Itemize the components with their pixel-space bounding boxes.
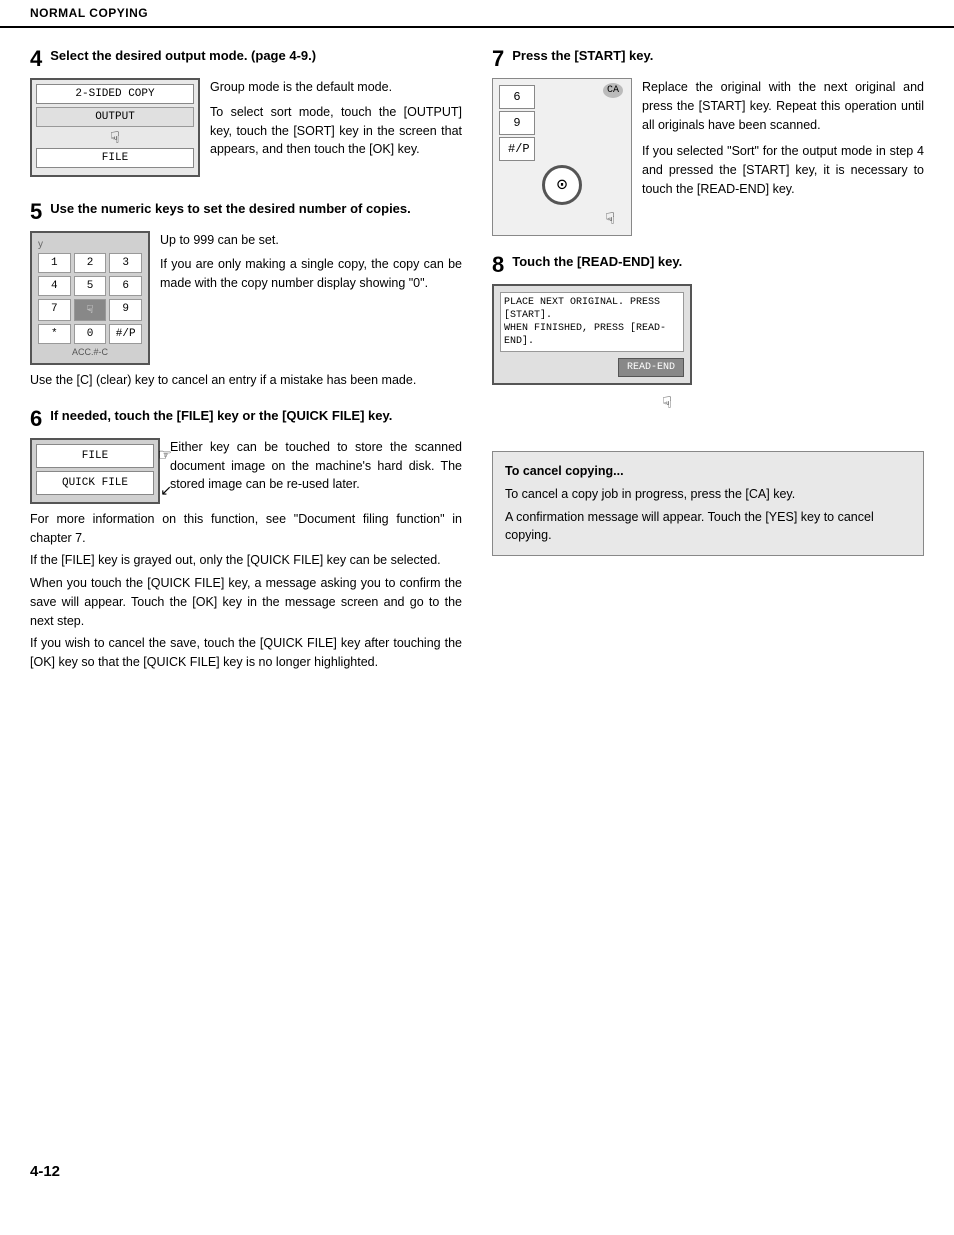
step6-text1: Either key can be touched to store the s…	[170, 438, 462, 494]
step7-text2: If you selected "Sort" for the output mo…	[642, 142, 924, 198]
step5-text1: Up to 999 can be set.	[160, 231, 462, 250]
ca-badge: CA	[603, 83, 623, 98]
header-title: NORMAL COPYING	[30, 6, 148, 20]
key-star[interactable]: *	[38, 324, 71, 344]
step4-screen: 2-SIDED COPY OUTPUT ☟ FILE	[30, 78, 200, 177]
step8-msg-line2: WHEN FINISHED, PRESS [READ-END].	[504, 322, 680, 348]
step5-keypad: y 1 2 3 4 5 6 7 ☟ 9	[30, 231, 150, 365]
step8-hand-icon: ☟	[492, 393, 692, 413]
step6-text3: If the [FILE] key is grayed out, only th…	[30, 551, 462, 570]
step6-text2: For more information on this function, s…	[30, 510, 462, 548]
key-hash[interactable]: #/P	[109, 324, 142, 344]
step4-number: 4	[30, 48, 42, 70]
step4-text1: Group mode is the default mode.	[210, 78, 462, 97]
key-6[interactable]: 6	[109, 276, 142, 296]
key-8-hand[interactable]: ☟	[74, 299, 107, 321]
quick-file-key[interactable]: QUICK FILE	[36, 471, 154, 495]
step5-text2: If you are only making a single copy, th…	[160, 255, 462, 293]
step8-number: 8	[492, 254, 504, 276]
key-4[interactable]: 4	[38, 276, 71, 296]
step4-screen-line1: 2-SIDED COPY	[36, 84, 194, 104]
step6-text5: If you wish to cancel the save, touch th…	[30, 634, 462, 672]
step8-screen: PLACE NEXT ORIGINAL. PRESS [START]. WHEN…	[492, 284, 692, 385]
step4-text2: To select sort mode, touch the [OUTPUT] …	[210, 103, 462, 159]
step6-title: If needed, touch the [FILE] key or the […	[50, 408, 392, 425]
key-7[interactable]: 7	[38, 299, 71, 321]
step8-title: Touch the [READ-END] key.	[512, 254, 682, 271]
hand-icon2: ↙	[160, 482, 172, 499]
step7-block: 7 Press the [START] key. CA 6	[492, 48, 924, 236]
step4-screen-line3: FILE	[36, 148, 194, 168]
step7-number: 7	[492, 48, 504, 70]
step8-msg-line1: PLACE NEXT ORIGINAL. PRESS [START].	[504, 296, 680, 322]
step7-text1: Replace the original with the next origi…	[642, 78, 924, 134]
step4-screen-line2: OUTPUT	[36, 107, 194, 127]
key-5[interactable]: 5	[74, 276, 107, 296]
key-2[interactable]: 2	[74, 253, 107, 273]
page-number: 4-12	[30, 1163, 60, 1180]
step7-keypad: CA 6 9 #/P ⊙ ☟	[492, 78, 632, 236]
step5-block: 5 Use the numeric keys to set the desire…	[30, 201, 462, 390]
readend-button[interactable]: READ-END	[618, 358, 684, 377]
cancel-box-text2: A confirmation message will appear. Touc…	[505, 508, 911, 546]
step5-title: Use the numeric keys to set the desired …	[50, 201, 411, 218]
key-9[interactable]: 9	[109, 299, 142, 321]
step7-title: Press the [START] key.	[512, 48, 653, 65]
step5-number: 5	[30, 201, 42, 223]
sk-hash: #/P	[499, 137, 535, 161]
cancel-box-text1: To cancel a copy job in progress, press …	[505, 485, 911, 504]
start-button[interactable]: ⊙	[542, 165, 582, 205]
file-key[interactable]: FILE	[36, 444, 154, 468]
step4-block: 4 Select the desired output mode. (page …	[30, 48, 462, 183]
step6-block: 6 If needed, touch the [FILE] key or the…	[30, 408, 462, 672]
page-header: NORMAL COPYING	[0, 0, 954, 28]
cancel-box-title: To cancel copying...	[505, 462, 911, 481]
key-3[interactable]: 3	[109, 253, 142, 273]
start-hand-icon: ☟	[499, 209, 625, 229]
step6-file-keys: FILE QUICK FILE ☞ ↙	[30, 438, 160, 504]
step8-block: 8 Touch the [READ-END] key. PLACE NEXT O…	[492, 254, 924, 433]
key-1[interactable]: 1	[38, 253, 71, 273]
step4-title: Select the desired output mode. (page 4-…	[50, 48, 316, 65]
cancel-box: To cancel copying... To cancel a copy jo…	[492, 451, 924, 556]
sk-6: 6	[499, 85, 535, 109]
step6-text4: When you touch the [QUICK FILE] key, a m…	[30, 574, 462, 630]
hand-icon1: ☞	[158, 445, 172, 465]
key-0[interactable]: 0	[74, 324, 107, 344]
sk-9: 9	[499, 111, 535, 135]
step6-number: 6	[30, 408, 42, 430]
step5-text3: Use the [C] (clear) key to cancel an ent…	[30, 371, 462, 390]
